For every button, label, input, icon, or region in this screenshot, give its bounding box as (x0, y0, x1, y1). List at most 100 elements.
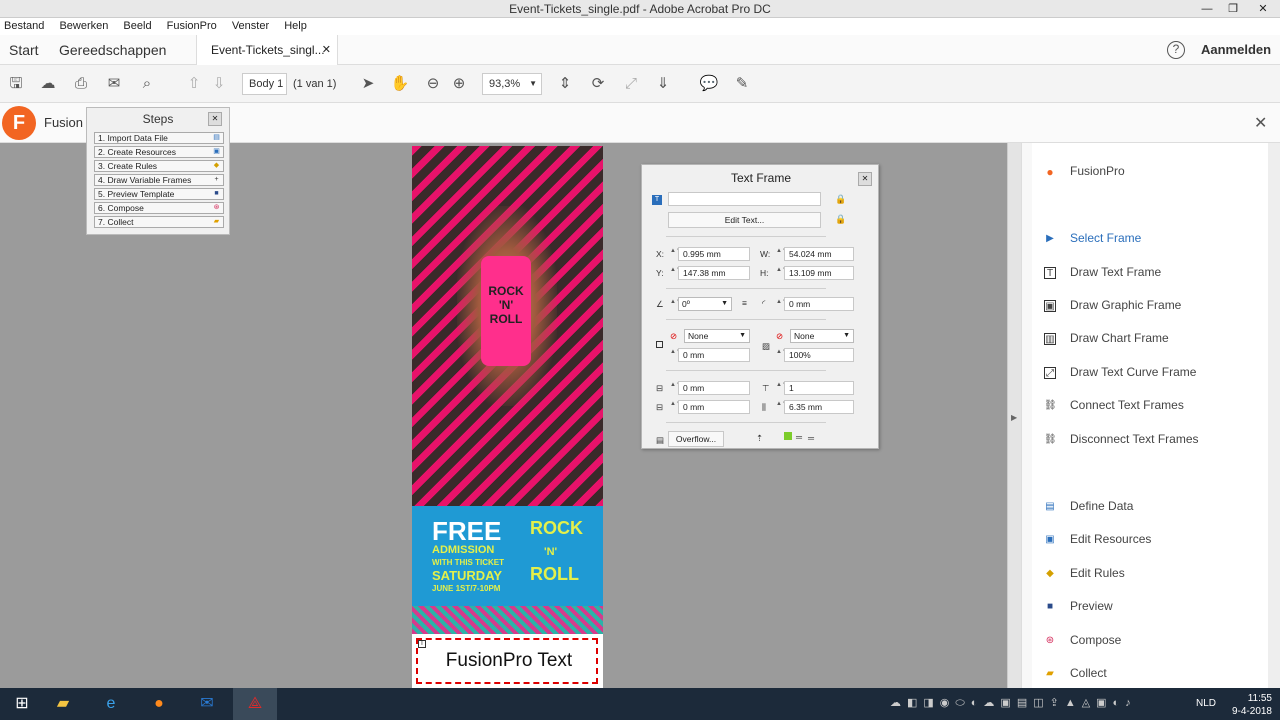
zoom-select[interactable]: 93,3% ▼ (482, 73, 542, 95)
step-compose[interactable]: 6. Compose ⊛ (94, 202, 224, 214)
page-down-icon[interactable]: ⇩ (209, 74, 229, 94)
tint-input[interactable]: 100% (784, 348, 854, 362)
inset-bottom-spinner-icon[interactable]: ▲▼ (670, 401, 682, 413)
tool-edit-rules[interactable]: ◆ Edit Rules (1044, 563, 1125, 583)
align-middle-icon[interactable]: ═ (796, 432, 802, 442)
menu-venster[interactable]: Venster (232, 20, 269, 32)
page-up-icon[interactable]: ⇧ (184, 74, 204, 94)
zoom-in-icon[interactable]: ⊕ (449, 74, 469, 94)
comment-icon[interactable]: 💬 (699, 74, 719, 94)
text-direction-icon[interactable]: ⇡ (756, 433, 763, 444)
tool-collect[interactable]: ▰ Collect (1044, 663, 1107, 683)
w-spinner-icon[interactable]: ▲▼ (776, 248, 788, 260)
lock-icon[interactable]: 🔒 (835, 194, 846, 205)
tint-spinner-icon[interactable]: ▲▼ (776, 349, 788, 361)
panel-scrollbar[interactable] (1268, 143, 1280, 688)
system-tray-icons[interactable]: ☁◧◨◉⬭◐☁▣▤◫⇪▲◬▣◐♪ (890, 696, 1137, 710)
fusionpro-text-frame[interactable]: T FusionPro Text (416, 638, 598, 684)
tab-document[interactable]: Event-Tickets_singl... ✕ (196, 35, 338, 65)
close-tab-icon[interactable]: ✕ (322, 35, 331, 65)
menu-fusionpro[interactable]: FusionPro (167, 20, 217, 32)
search-icon[interactable]: ⌕ (137, 74, 157, 94)
acrobat-icon[interactable]: ⟁ (233, 688, 277, 720)
scroll-mode-icon[interactable]: ⇓ (653, 74, 673, 94)
tool-disconnect-text-frames[interactable]: ⛓ Disconnect Text Frames (1044, 429, 1199, 449)
step-create-resources[interactable]: 2. Create Resources ▣ (94, 146, 224, 158)
close-steps-icon[interactable]: ✕ (208, 112, 222, 126)
tool-draw-text-frame[interactable]: T Draw Text Frame (1044, 262, 1161, 282)
align-top-icon[interactable] (784, 432, 792, 440)
print-icon[interactable]: ⎙ (71, 74, 91, 94)
file-explorer-icon[interactable]: ▰ (41, 688, 85, 720)
lock-icon[interactable]: 🔒 (835, 214, 846, 225)
signin-link[interactable]: Aanmelden (1201, 42, 1271, 57)
menu-help[interactable]: Help (284, 20, 307, 32)
fullscreen-icon[interactable]: ⤢ (621, 74, 641, 94)
menu-bewerken[interactable]: Bewerken (59, 20, 108, 32)
zoom-out-icon[interactable]: ⊖ (423, 74, 443, 94)
align-bottom-icon[interactable]: ═ (808, 433, 814, 443)
stroke-width-input[interactable]: 0 mm (678, 348, 750, 362)
close-panel-icon[interactable]: ✕ (1254, 113, 1267, 133)
step-preview-template[interactable]: 5. Preview Template ■ (94, 188, 224, 200)
rotation-select[interactable]: 0º ▼ (678, 297, 732, 311)
columns-input[interactable]: 1 (784, 381, 854, 395)
firefox-icon[interactable]: ● (137, 688, 181, 720)
inset-top-spinner-icon[interactable]: ▲▼ (670, 382, 682, 394)
pen-icon[interactable]: ✎ (732, 74, 752, 94)
close-dialog-icon[interactable]: ✕ (858, 172, 872, 186)
menu-beeld[interactable]: Beeld (123, 20, 151, 32)
upload-icon[interactable]: ☁ (38, 74, 58, 94)
inset-bottom-input[interactable]: 0 mm (678, 400, 750, 414)
language-indicator[interactable]: NLD (1196, 698, 1216, 709)
collapse-arrow-icon[interactable]: ▶ (1011, 413, 1017, 422)
x-input[interactable]: 0.995 mm (678, 247, 750, 261)
tool-compose[interactable]: ⊛ Compose (1044, 630, 1122, 650)
tab-tools[interactable]: Gereedschappen (59, 42, 166, 58)
tool-edit-resources[interactable]: ▣ Edit Resources (1044, 529, 1151, 549)
tool-define-data[interactable]: ▤ Define Data (1044, 496, 1133, 516)
tool-draw-text-curve-frame[interactable]: ⤢ Draw Text Curve Frame (1044, 362, 1196, 382)
rotate-icon[interactable]: ⟳ (588, 74, 608, 94)
gutter-input[interactable]: 6.35 mm (784, 400, 854, 414)
tool-connect-text-frames[interactable]: ⛓ Connect Text Frames (1044, 395, 1184, 415)
tool-preview[interactable]: ■ Preview (1044, 596, 1113, 616)
frame-name-input[interactable] (668, 192, 821, 206)
document-scrollbar[interactable]: ▶ (1007, 143, 1021, 688)
clock[interactable]: 11:55 9-4-2018 (1232, 692, 1272, 718)
stroke-color-select[interactable]: None ▼ (684, 329, 750, 343)
close-button[interactable]: ✕ (1246, 0, 1280, 18)
rotation-spinner-icon[interactable]: ▲▼ (670, 299, 682, 311)
outlook-icon[interactable]: ✉ (185, 688, 229, 720)
tool-draw-chart-frame[interactable]: ▥ Draw Chart Frame (1044, 328, 1169, 348)
stroke-width-spinner-icon[interactable]: ▲▼ (670, 349, 682, 361)
step-import-data[interactable]: 1. Import Data File ▤ (94, 132, 224, 144)
x-spinner-icon[interactable]: ▲▼ (670, 248, 682, 260)
columns-spinner-icon[interactable]: ▲▼ (776, 382, 788, 394)
h-input[interactable]: 13.109 mm (784, 266, 854, 280)
step-create-rules[interactable]: 3. Create Rules ◆ (94, 160, 224, 172)
w-input[interactable]: 54.024 mm (784, 247, 854, 261)
menu-bestand[interactable]: Bestand (4, 20, 44, 32)
step-collect[interactable]: 7. Collect ▰ (94, 216, 224, 228)
hand-icon[interactable]: ✋ (390, 74, 410, 94)
h-spinner-icon[interactable]: ▲▼ (776, 267, 788, 279)
gutter-spinner-icon[interactable]: ▲▼ (776, 401, 788, 413)
select-cursor-icon[interactable]: ➤ (358, 74, 378, 94)
step-draw-frames[interactable]: 4. Draw Variable Frames + (94, 174, 224, 186)
fit-page-icon[interactable]: ⇕ (555, 74, 575, 94)
save-icon[interactable]: 🖫 (6, 74, 26, 94)
corner-input[interactable]: 0 mm (784, 297, 854, 311)
tab-start[interactable]: Start (9, 42, 39, 58)
maximize-button[interactable]: ❐ (1220, 0, 1246, 18)
inset-top-input[interactable]: 0 mm (678, 381, 750, 395)
minimize-button[interactable]: — (1194, 0, 1220, 18)
page-name-input[interactable]: Body 1 (242, 73, 287, 95)
overflow-button[interactable]: Overflow... (668, 431, 724, 447)
tool-draw-graphic-frame[interactable]: ▣ Draw Graphic Frame (1044, 295, 1181, 315)
windows-start-icon[interactable]: ⊞ (0, 688, 44, 720)
question-icon[interactable]: ? (1167, 41, 1185, 59)
internet-explorer-icon[interactable]: e (89, 688, 133, 720)
edit-text-button[interactable]: Edit Text... (668, 212, 821, 228)
y-input[interactable]: 147.38 mm (678, 266, 750, 280)
